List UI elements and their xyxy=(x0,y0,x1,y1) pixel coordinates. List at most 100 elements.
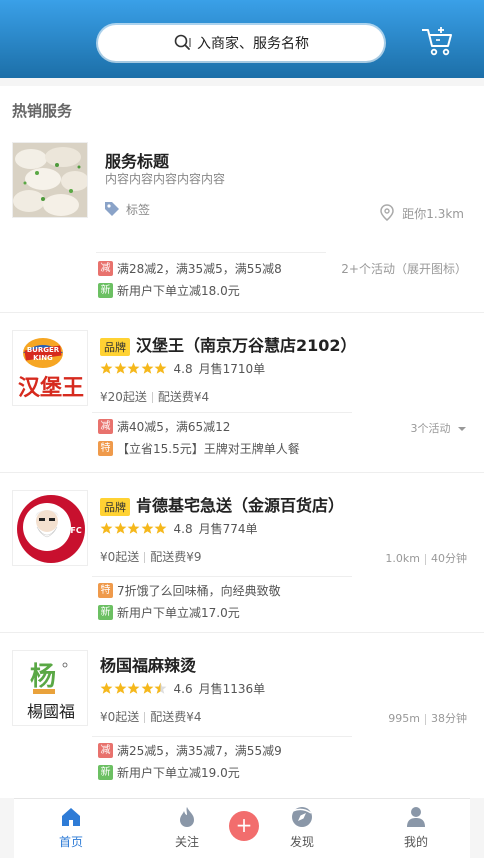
store-name-text: 汉堡王（南京万谷慧店2102） xyxy=(136,336,357,355)
service-thumbnail xyxy=(12,142,88,218)
distance-text: 距你1.3km xyxy=(402,206,464,221)
star-icon xyxy=(100,682,113,694)
expand-activities[interactable]: 3个活动 xyxy=(411,420,466,436)
tab-label: 我的 xyxy=(403,835,428,849)
fee-row: ¥0起送 配送费¥4 xyxy=(100,708,202,725)
tag-icon xyxy=(105,202,119,216)
rating-stars xyxy=(100,522,168,535)
fee-row: ¥20起送 配送费¥4 xyxy=(100,388,209,405)
promo-badge: 减 xyxy=(98,261,113,276)
svg-text:杨: 杨 xyxy=(30,662,56,692)
user-icon xyxy=(407,807,425,827)
promo-badge: 减 xyxy=(98,743,113,758)
promo-text: 新用户下单立减19.0元 xyxy=(117,766,240,780)
store-card[interactable]: KFC 品牌 肯德基宅急送（金源百货店） 4.8 月售774单 ¥0起送 配送费¥9… xyxy=(0,490,484,630)
star-icon xyxy=(114,362,126,374)
promo-text: 7折饿了么回味桶，向经典致敬 xyxy=(117,584,281,598)
star-icon xyxy=(127,522,140,534)
rating-row: 4.8 月售1710单 xyxy=(100,360,265,377)
store-card[interactable]: 杨 楊國福 杨国福麻辣烫 4.6 月售1136单 ¥0起送 配送费¥4 995m… xyxy=(0,650,484,790)
rating-value: 4.8 xyxy=(173,521,193,536)
burger-king-logo: BURGER KING 汉堡王 xyxy=(13,331,87,405)
expand-activities[interactable]: 2+个活动（展开图标） xyxy=(341,260,467,277)
delivery-time: 38分钟 xyxy=(431,712,467,725)
rating-stars xyxy=(100,682,168,695)
promo-badge: 新 xyxy=(98,765,113,780)
service-card[interactable]: 服务标题 内容内容内容内容内容 标签 距你1.3km 减 满28减2，满35减5… xyxy=(0,142,484,302)
store-name: 品牌 肯德基宅急送（金源百货店） xyxy=(100,492,372,516)
location-icon xyxy=(380,204,395,221)
promo-badge: 新 xyxy=(98,605,113,620)
monthly-sales: 月售1136单 xyxy=(198,682,266,696)
promo-text: 满25减5，满35减7，满55减9 xyxy=(117,744,282,758)
star-icon xyxy=(141,522,153,534)
promo-item: 新 新用户下单立减18.0元 xyxy=(98,282,240,299)
section-title: 热销服务 xyxy=(12,102,73,120)
promo-badge: 新 xyxy=(98,283,113,298)
rating-row: 4.8 月售774单 xyxy=(100,520,258,537)
brand-badge: 品牌 xyxy=(100,497,130,516)
compass-icon xyxy=(292,807,312,827)
promo-badge: 特 xyxy=(98,583,113,598)
promo-item: 减 满40减5，满65减12 xyxy=(98,418,230,435)
bottom-tab-bar: 首页 关注 + 发现 我的 xyxy=(14,798,470,858)
min-order: ¥20起送 xyxy=(100,390,147,404)
star-icon xyxy=(127,362,140,374)
cart-icon[interactable] xyxy=(420,26,454,58)
star-icon xyxy=(114,522,126,534)
yangguofu-logo: 杨 楊國福 xyxy=(13,651,87,725)
store-name: 杨国福麻辣烫 xyxy=(100,652,362,676)
flame-icon xyxy=(180,807,194,827)
monthly-sales: 月售1710单 xyxy=(198,362,266,376)
min-order: ¥0起送 xyxy=(100,710,140,724)
promo-divider xyxy=(96,252,326,253)
promo-item: 新 新用户下单立减19.0元 xyxy=(98,764,240,781)
tab-label: 关注 xyxy=(174,835,199,849)
tab-discover[interactable]: 发现 xyxy=(272,805,332,850)
tag-label: 标签 xyxy=(126,202,151,217)
svg-text:汉堡王: 汉堡王 xyxy=(18,375,84,401)
promo-badge: 特 xyxy=(98,441,113,456)
tab-follow[interactable]: 关注 xyxy=(157,805,217,850)
tab-home[interactable]: 首页 xyxy=(41,805,101,850)
search-bar[interactable]: 入商家、服务名称 xyxy=(98,25,384,61)
store-logo: KFC xyxy=(12,490,88,566)
tab-mine[interactable]: 我的 xyxy=(386,805,446,850)
search-placeholder: 入商家、服务名称 xyxy=(197,36,309,52)
brand-badge: 品牌 xyxy=(100,337,130,356)
promo-item: 减 满25减5，满35减7，满55减9 xyxy=(98,742,282,759)
store-name-text: 肯德基宅急送（金源百货店） xyxy=(136,496,345,515)
svg-text:楊國福: 楊國福 xyxy=(27,702,75,721)
store-name: 品牌 汉堡王（南京万谷慧店2102） xyxy=(100,332,362,356)
store-distance: 995m xyxy=(388,712,420,725)
service-title: 服务标题 xyxy=(105,152,170,171)
star-half-icon xyxy=(154,682,167,694)
star-icon xyxy=(141,362,153,374)
store-card[interactable]: BURGER KING 汉堡王 品牌 汉堡王（南京万谷慧店2102） 4.8 月售… xyxy=(0,330,484,470)
star-icon xyxy=(154,362,167,374)
promo-text: 满28减2，满35减5，满55减8 xyxy=(117,262,282,276)
promo-text: 满40减5，满65减12 xyxy=(117,420,231,434)
store-distance: 1.0km xyxy=(385,552,420,565)
service-tag: 标签 xyxy=(103,200,150,218)
monthly-sales: 月售774单 xyxy=(198,522,258,536)
home-icon xyxy=(62,808,80,826)
promo-text: 新用户下单立减18.0元 xyxy=(117,284,240,298)
promo-divider xyxy=(92,576,352,577)
store-logo: BURGER KING 汉堡王 xyxy=(12,330,88,406)
service-subtitle: 内容内容内容内容内容 xyxy=(105,172,226,186)
fee-row: ¥0起送 配送费¥9 xyxy=(100,548,202,565)
add-button[interactable]: + xyxy=(229,811,259,841)
star-icon xyxy=(100,522,113,534)
star-icon xyxy=(114,682,126,694)
delivery-fee: 配送费¥4 xyxy=(150,710,202,724)
svg-text:BURGER: BURGER xyxy=(27,346,60,354)
promo-text: 【立省15.5元】王牌对王牌单人餐 xyxy=(117,442,300,456)
promo-item: 特 【立省15.5元】王牌对王牌单人餐 xyxy=(98,440,300,457)
promo-item: 特 7折饿了么回味桶，向经典致敬 xyxy=(98,582,281,599)
delivery-fee: 配送费¥9 xyxy=(150,550,202,564)
promo-text: 新用户下单立减17.0元 xyxy=(117,606,240,620)
svg-text:KFC: KFC xyxy=(64,526,82,535)
chevron-down-icon xyxy=(458,427,466,431)
service-distance: 距你1.3km xyxy=(379,204,464,222)
